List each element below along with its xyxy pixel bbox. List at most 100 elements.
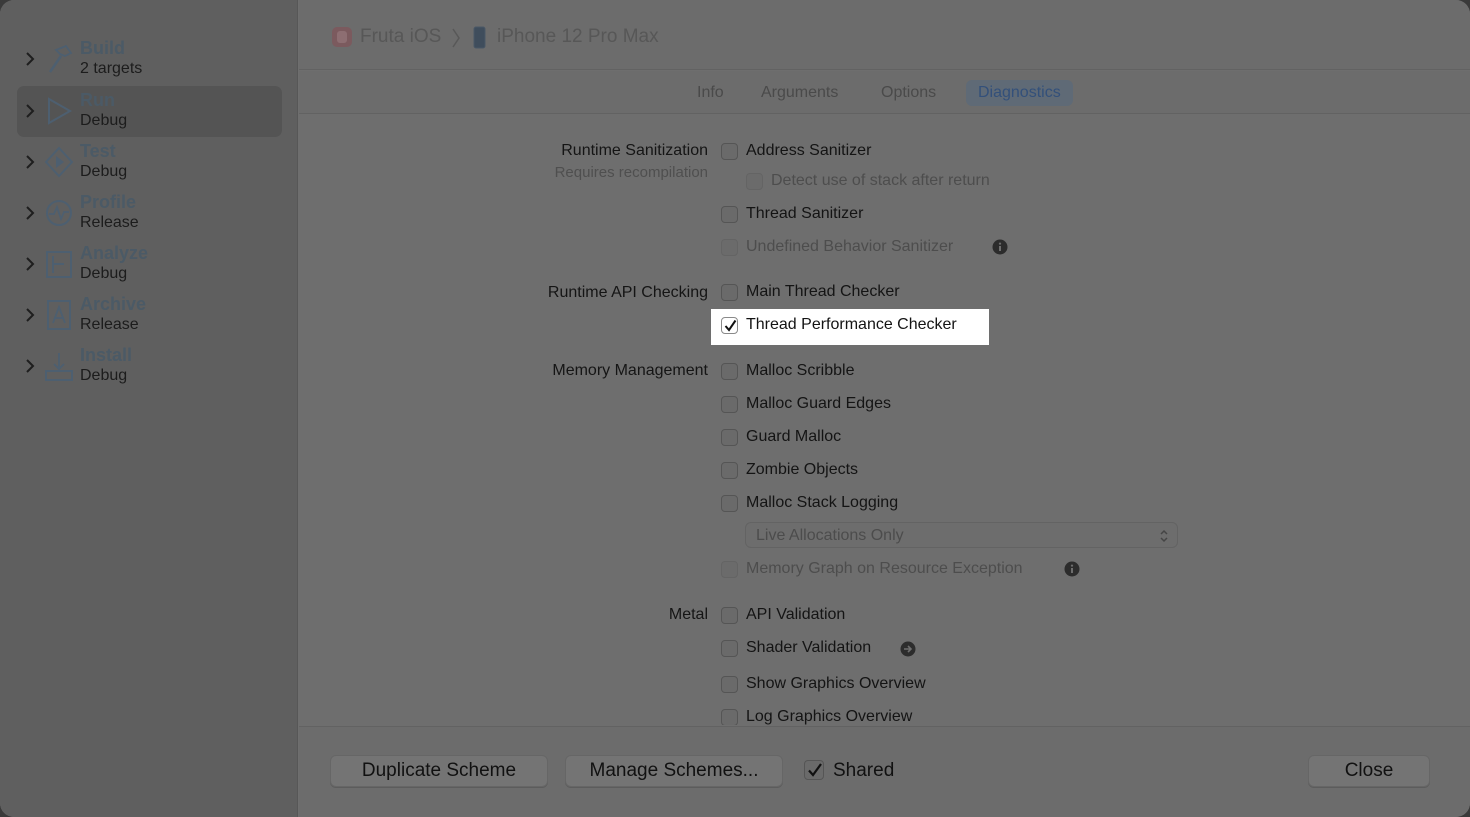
sidebar-item-subtitle: Release <box>80 316 139 333</box>
sidebar-item-subtitle: 2 targets <box>80 60 143 77</box>
log-graphics-overview-checkbox[interactable] <box>721 709 738 725</box>
address-sanitizer-label: Address Sanitizer <box>746 142 872 159</box>
chevron-right-icon[interactable] <box>23 50 37 68</box>
memory-graph-checkbox <box>721 561 738 578</box>
malloc-guard-edges-label: Malloc Guard Edges <box>746 395 891 412</box>
tab-arguments[interactable]: Arguments <box>749 80 850 106</box>
sidebar-item-title: Build <box>80 38 125 58</box>
footer-bar: Duplicate Scheme Manage Schemes... Share… <box>299 726 1470 817</box>
diamond-play-icon <box>44 146 74 178</box>
ub-sanitizer-label: Undefined Behavior Sanitizer <box>746 238 954 255</box>
zombie-objects-label: Zombie Objects <box>746 461 859 478</box>
sidebar-item-title: Test <box>80 141 116 161</box>
updown-chevron-icon <box>1160 529 1168 543</box>
iphone-icon <box>473 26 486 49</box>
api-validation-checkbox[interactable] <box>721 607 738 624</box>
shared-checkbox[interactable] <box>804 760 824 780</box>
sidebar-item-title: Analyze <box>80 243 149 263</box>
breadcrumb: Fruta iOS iPhone 12 Pro Max <box>299 0 1470 70</box>
sidebar-item-test[interactable]: Test Debug <box>17 137 282 188</box>
scheme-detail-pane: Fruta iOS iPhone 12 Pro Max Info Argumen… <box>299 0 1470 817</box>
close-button[interactable]: Close <box>1308 755 1430 787</box>
duplicate-scheme-button[interactable]: Duplicate Scheme <box>330 755 548 787</box>
sidebar-item-title: Profile <box>80 192 137 212</box>
sidebar-item-subtitle: Debug <box>80 112 128 129</box>
sidebar-item-run[interactable]: Run Debug <box>17 86 282 137</box>
shared-label: Shared <box>833 760 895 781</box>
chevron-right-icon[interactable] <box>23 357 37 375</box>
shader-validation-checkbox[interactable] <box>721 640 738 657</box>
malloc-guard-edges-checkbox[interactable] <box>721 396 738 413</box>
show-graphics-overview-checkbox[interactable] <box>721 676 738 693</box>
app-icon <box>332 27 352 47</box>
arrow-circle-icon[interactable] <box>900 641 916 657</box>
manage-schemes-button[interactable]: Manage Schemes... <box>565 755 783 787</box>
archive-icon <box>47 300 71 330</box>
main-thread-checker-checkbox[interactable] <box>721 284 738 301</box>
thread-sanitizer-checkbox[interactable] <box>721 206 738 223</box>
sidebar-item-build[interactable]: Build 2 targets <box>17 34 282 85</box>
tab-bar: Info Arguments Options Diagnostics <box>299 71 1470 114</box>
logging-mode-popup: Live Allocations Only <box>745 522 1178 548</box>
ub-sanitizer-checkbox <box>721 239 738 256</box>
runtime-api-checking-label: Runtime API Checking <box>547 284 708 301</box>
malloc-scribble-checkbox[interactable] <box>721 363 738 380</box>
guard-malloc-label: Guard Malloc <box>746 428 842 445</box>
show-graphics-overview-label: Show Graphics Overview <box>746 675 926 692</box>
metal-label: Metal <box>668 606 708 623</box>
chevron-right-icon[interactable] <box>23 153 37 171</box>
malloc-scribble-label: Malloc Scribble <box>746 362 855 379</box>
breadcrumb-scheme[interactable]: Fruta iOS <box>360 26 441 48</box>
info-icon[interactable] <box>992 239 1008 255</box>
waveform-icon <box>46 200 72 226</box>
sidebar-item-title: Archive <box>80 294 147 314</box>
breadcrumb-chevron-icon <box>452 28 460 48</box>
sidebar-item-profile[interactable]: Profile Release <box>17 188 282 239</box>
tab-options[interactable]: Options <box>869 80 948 106</box>
sidebar-item-title: Run <box>80 90 115 110</box>
scheme-actions-sidebar: Build 2 targets Run Debug Test Debug Pro… <box>0 0 298 817</box>
info-icon[interactable] <box>1064 561 1080 577</box>
main-thread-checker-label: Main Thread Checker <box>746 283 900 300</box>
breadcrumb-device[interactable]: iPhone 12 Pro Max <box>497 26 659 48</box>
hammer-icon <box>48 44 73 73</box>
chevron-right-icon[interactable] <box>23 255 37 273</box>
tab-diagnostics[interactable]: Diagnostics <box>966 80 1073 106</box>
api-validation-label: API Validation <box>746 606 846 623</box>
malloc-stack-logging-label: Malloc Stack Logging <box>746 494 899 511</box>
memory-graph-label: Memory Graph on Resource Exception <box>746 560 1023 577</box>
play-icon <box>48 97 73 125</box>
chevron-right-icon[interactable] <box>23 306 37 324</box>
checkmark-icon <box>724 319 737 332</box>
runtime-sanitization-label: Runtime Sanitization <box>561 142 708 159</box>
analyze-icon <box>46 251 72 278</box>
detect-stack-label: Detect use of stack after return <box>771 172 990 189</box>
sidebar-item-subtitle: Release <box>80 214 139 231</box>
sidebar-item-subtitle: Debug <box>80 367 128 384</box>
thread-performance-checker-label: Thread Performance Checker <box>746 316 957 333</box>
log-graphics-overview-label: Log Graphics Overview <box>746 708 913 725</box>
thread-performance-checker-checkbox[interactable] <box>721 317 738 334</box>
tab-info[interactable]: Info <box>685 80 736 106</box>
zombie-objects-checkbox[interactable] <box>721 462 738 479</box>
sidebar-item-subtitle: Debug <box>80 163 128 180</box>
sidebar-item-title: Install <box>80 345 133 365</box>
chevron-right-icon[interactable] <box>23 102 37 120</box>
checkmark-icon <box>808 763 822 777</box>
scheme-editor-window: Build 2 targets Run Debug Test Debug Pro… <box>0 0 1470 817</box>
thread-sanitizer-label: Thread Sanitizer <box>746 205 864 222</box>
sidebar-item-install[interactable]: Install Debug <box>17 341 282 392</box>
shader-validation-label: Shader Validation <box>746 639 872 656</box>
sidebar-item-analyze[interactable]: Analyze Debug <box>17 239 282 290</box>
logging-mode-value: Live Allocations Only <box>756 527 904 544</box>
sidebar-item-subtitle: Debug <box>80 265 128 282</box>
install-icon <box>45 353 73 381</box>
chevron-right-icon[interactable] <box>23 204 37 222</box>
malloc-stack-logging-checkbox[interactable] <box>721 495 738 512</box>
diagnostics-content: Runtime Sanitization Requires recompilat… <box>299 115 1470 725</box>
detect-stack-checkbox <box>746 173 763 190</box>
sidebar-item-archive[interactable]: Archive Release <box>17 290 282 341</box>
requires-recompilation-label: Requires recompilation <box>554 164 708 181</box>
address-sanitizer-checkbox[interactable] <box>721 143 738 160</box>
guard-malloc-checkbox[interactable] <box>721 429 738 446</box>
